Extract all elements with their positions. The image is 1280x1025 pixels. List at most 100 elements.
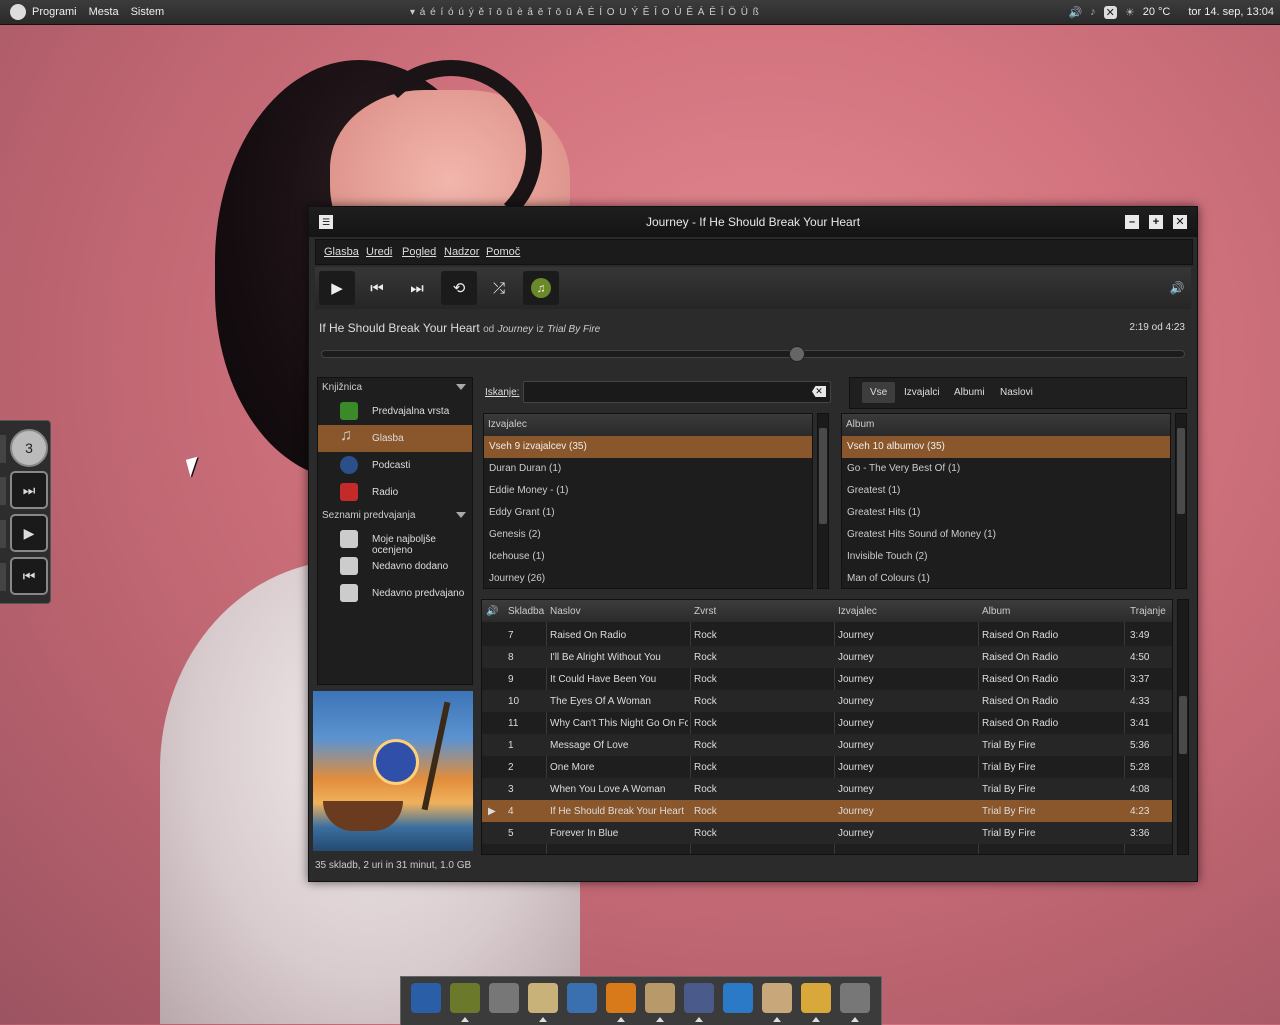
artist-row[interactable]: Journey (26) <box>484 568 812 588</box>
menu-help[interactable]: Pomoč <box>486 246 520 258</box>
terminal-icon[interactable] <box>450 983 480 1022</box>
play-icon[interactable]: ▶ <box>10 514 48 552</box>
table-row[interactable]: 8 I'll Be Alright Without You Rock Journey R… <box>482 646 1172 668</box>
table-row[interactable]: 7 Raised On Radio Rock Journey Raised On Rad… <box>482 624 1172 646</box>
next-track-icon[interactable]: ⏭ <box>10 471 48 509</box>
previous-track-icon[interactable]: ⏮ <box>10 557 48 595</box>
next-button[interactable]: ⏭ <box>399 271 435 305</box>
network-icon[interactable] <box>684 983 714 1022</box>
scrollbar-thumb[interactable] <box>1179 696 1187 754</box>
table-row[interactable]: 10 The Eyes Of A Woman Rock Journey Raised O… <box>482 690 1172 712</box>
play-button[interactable]: ▶ <box>319 271 355 305</box>
table-row[interactable]: ▶ 4 If He Should Break Your Heart Rock Journ… <box>482 800 1172 822</box>
artist-column-header[interactable]: Izvajalec <box>484 414 812 436</box>
dock-edge-handle[interactable] <box>0 435 6 463</box>
menu-system[interactable]: Sistem <box>131 6 165 18</box>
water-drop-icon[interactable] <box>723 983 753 1013</box>
artist-scrollbar[interactable] <box>817 413 829 589</box>
image-viewer-icon[interactable] <box>801 983 831 1022</box>
column-genre[interactable]: Zvrst <box>694 606 716 617</box>
artist-row[interactable]: Duran Duran (1) <box>484 458 812 480</box>
minimize-icon[interactable]: – <box>1125 215 1139 229</box>
clock[interactable]: tor 14. sep, 13:04 <box>1188 6 1274 18</box>
previous-button[interactable]: ⏮ <box>359 271 395 305</box>
filter-albums[interactable]: Albumi <box>954 387 985 398</box>
artist-row[interactable]: Icehouse (1) <box>484 546 812 568</box>
menu-music[interactable]: Glasba <box>324 246 359 258</box>
seek-handle[interactable] <box>789 346 806 362</box>
table-row[interactable]: 5 Forever In Blue Rock Journey Trial By Fire… <box>482 822 1172 844</box>
filter-artists[interactable]: Izvajalci <box>904 387 940 398</box>
column-track[interactable]: Skladba <box>508 606 544 617</box>
table-row[interactable]: 9 It Could Have Been You Rock Journey Raised… <box>482 668 1172 690</box>
playlist-item[interactable]: Nedavno predvajano <box>318 580 472 607</box>
album-row[interactable]: Vseh 10 albumov (35) <box>842 436 1170 458</box>
menu-applications[interactable]: Programi <box>32 6 77 18</box>
weather-temperature[interactable]: 20 °C <box>1143 6 1171 18</box>
close-icon[interactable]: ✕ <box>1173 215 1187 229</box>
artist-row[interactable]: Genesis (2) <box>484 524 812 546</box>
volume-icon[interactable]: 🔊 <box>1068 6 1082 19</box>
library-item-queue[interactable]: Predvajalna vrsta <box>318 398 472 425</box>
search-input[interactable] <box>523 381 831 403</box>
artist-row[interactable]: Vseh 9 izvajalcev (35) <box>484 436 812 458</box>
library-item-radio[interactable]: Radio <box>318 479 472 506</box>
library-header[interactable]: Knjižnica <box>318 378 472 398</box>
album-row[interactable]: Greatest Hits Sound of Money (1) <box>842 524 1170 546</box>
music-player-icon[interactable] <box>606 983 636 1022</box>
table-row[interactable]: 11 Why Can't This Night Go On For... Rock J… <box>482 712 1172 734</box>
scrollbar-thumb[interactable] <box>1177 428 1185 514</box>
track-list-scrollbar[interactable] <box>1177 599 1189 855</box>
menu-view[interactable]: Pogled <box>402 246 436 258</box>
text-editor-icon[interactable] <box>528 983 558 1022</box>
calculator-icon[interactable] <box>489 983 519 1013</box>
album-row[interactable]: Greatest Hits (1) <box>842 502 1170 524</box>
close-applet-icon[interactable]: ✕ <box>1103 5 1117 19</box>
maximize-icon[interactable]: + <box>1149 215 1163 229</box>
playing-column-volume-icon[interactable]: 🔊 <box>486 606 498 617</box>
album-row[interactable]: Greatest (1) <box>842 480 1170 502</box>
music-applet-icon[interactable]: ♪ <box>1090 6 1096 18</box>
special-characters-applet[interactable]: ▾ á é í ó ú ý ě ī ō ũ è â ē ĩ ō ū Á É Í … <box>410 7 760 18</box>
timer-icon[interactable]: 3 <box>10 429 48 467</box>
album-row[interactable]: Go - The Very Best Of (1) <box>842 458 1170 480</box>
column-album[interactable]: Album <box>982 606 1010 617</box>
album-row[interactable]: Man of Colours (1) <box>842 568 1170 588</box>
collapse-arrow-icon[interactable] <box>456 384 466 390</box>
dock-edge-handle[interactable] <box>0 563 6 591</box>
artist-row[interactable]: Eddie Money - (1) <box>484 480 812 502</box>
menu-control[interactable]: Nadzor <box>444 246 479 258</box>
menu-places[interactable]: Mesta <box>89 6 119 18</box>
repeat-button[interactable]: ⟲ <box>441 271 477 305</box>
system-monitor-icon[interactable] <box>411 983 441 1013</box>
gnome-foot-icon[interactable] <box>10 4 26 20</box>
playlists-header[interactable]: Seznami predvajanja <box>318 506 472 526</box>
weather-sun-icon[interactable]: ☀ <box>1125 6 1135 19</box>
filter-titles[interactable]: Naslovi <box>1000 387 1033 398</box>
speaker-icon[interactable] <box>840 983 870 1022</box>
file-manager-icon[interactable] <box>645 983 675 1022</box>
table-row[interactable]: 1 Message Of Love Rock Journey Trial By Fire… <box>482 734 1172 756</box>
scrollbar-thumb[interactable] <box>819 428 827 524</box>
column-artist[interactable]: Izvajalec <box>838 606 877 617</box>
dock-edge-handle[interactable] <box>0 520 6 548</box>
library-item-podcasts[interactable]: Podcasti <box>318 452 472 479</box>
album-column-header[interactable]: Album <box>842 414 1170 436</box>
album-row[interactable]: Invisible Touch (2) <box>842 546 1170 568</box>
title-bar[interactable]: ☰ Journey - If He Should Break Your Hear… <box>309 207 1197 237</box>
filter-all[interactable]: Vse <box>862 382 896 403</box>
artist-row[interactable]: Eddy Grant (1) <box>484 502 812 524</box>
column-duration[interactable]: Trajanje <box>1130 606 1166 617</box>
collapse-arrow-icon[interactable] <box>456 512 466 518</box>
shell-icon[interactable] <box>762 983 792 1022</box>
disk-utility-icon[interactable] <box>567 983 597 1013</box>
table-row[interactable]: 2 One More Rock Journey Trial By Fire 5:28 <box>482 756 1172 778</box>
browse-button[interactable]: ♫ <box>523 271 559 305</box>
dock-edge-handle[interactable] <box>0 477 6 505</box>
library-item-music[interactable]: ♫ Glasba <box>318 425 472 452</box>
playlist-item[interactable]: Moje najboljše ocenjeno <box>318 526 472 556</box>
playlist-item[interactable]: Nedavno dodano <box>318 553 472 580</box>
volume-button[interactable]: 🔊 <box>1165 271 1189 305</box>
seek-bar[interactable] <box>321 346 1185 362</box>
album-scrollbar[interactable] <box>1175 413 1187 589</box>
